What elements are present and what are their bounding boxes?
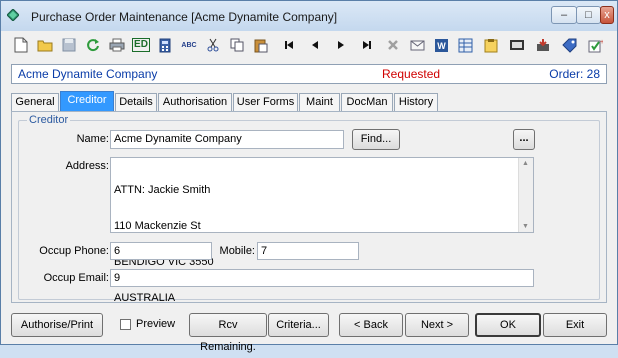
scroll-up-icon[interactable]: ▲ — [522, 160, 529, 167]
excel-icon[interactable] — [455, 35, 475, 55]
spellcheck-icon[interactable]: ABC — [179, 35, 199, 55]
open-folder-icon[interactable] — [35, 35, 55, 55]
tag-icon[interactable] — [559, 35, 579, 55]
preview-checkbox[interactable] — [120, 319, 131, 330]
purchase-order-window: Purchase Order Maintenance [Acme Dynamit… — [0, 0, 618, 353]
svg-text:W: W — [437, 41, 446, 51]
more-button[interactable]: ... — [513, 129, 535, 150]
exit-button[interactable]: Exit — [543, 313, 607, 337]
edi-text: ED — [132, 38, 150, 52]
tab-authorisation[interactable]: Authorisation — [158, 93, 232, 111]
email-icon[interactable] — [407, 35, 427, 55]
tab-docman[interactable]: DocMan — [341, 93, 393, 111]
authorise-print-button[interactable]: Authorise/Print — [11, 313, 103, 337]
address-field[interactable]: ATTN: Jackie Smith 110 Mackenzie St BEND… — [110, 157, 534, 304]
inbox-icon[interactable] — [533, 35, 553, 55]
print-icon[interactable] — [107, 35, 127, 55]
address-line: AUSTRALIA — [114, 292, 176, 304]
creditor-name-field[interactable]: Acme Dynamite Company — [110, 130, 344, 149]
info-status: Requested — [382, 67, 441, 81]
calculator-icon[interactable] — [155, 35, 175, 55]
rcv-remaining-button[interactable]: Rcv Remaining. — [189, 313, 267, 353]
back-button[interactable]: < Back — [339, 313, 403, 337]
creditor-panel: Creditor Name: Acme Dynamite Company Fin… — [11, 111, 607, 304]
paste-icon[interactable] — [251, 35, 271, 55]
mobile-label: Mobile: — [219, 245, 255, 257]
address-scrollbar[interactable]: ▲ ▼ — [518, 158, 533, 232]
tab-user-forms[interactable]: User Forms — [233, 93, 298, 111]
close-button[interactable]: x — [600, 6, 614, 24]
last-record-icon[interactable] — [357, 35, 377, 55]
refresh-icon[interactable] — [83, 35, 103, 55]
app-diamond-icon — [7, 9, 19, 21]
edi-icon[interactable]: ED — [131, 35, 151, 55]
tab-general[interactable]: General — [11, 93, 59, 111]
notes-icon[interactable] — [481, 35, 501, 55]
cut-icon[interactable] — [203, 35, 223, 55]
abc-text: ABC — [181, 41, 197, 49]
save-icon[interactable] — [59, 35, 79, 55]
svg-text:+: + — [600, 39, 603, 46]
minimize-button[interactable]: – — [551, 6, 577, 24]
info-order-number: Order: 28 — [549, 67, 600, 81]
first-record-icon[interactable] — [279, 35, 299, 55]
address-line: 110 Mackenzie St — [114, 220, 201, 232]
next-button[interactable]: Next > — [405, 313, 469, 337]
address-line: ATTN: Jackie Smith — [114, 184, 211, 196]
tab-details[interactable]: Details — [115, 93, 157, 111]
order-info-bar: Acme Dynamite Company Requested Order: 2… — [11, 64, 607, 84]
criteria-button[interactable]: Criteria... — [268, 313, 329, 337]
delete-icon[interactable] — [383, 35, 403, 55]
preview-label[interactable]: Preview — [136, 318, 175, 330]
occup-phone-label: Occup Phone: — [39, 245, 109, 257]
mobile-field[interactable]: 7 — [257, 242, 359, 260]
title-bar[interactable]: Purchase Order Maintenance [Acme Dynamit… — [1, 1, 617, 31]
info-company-name: Acme Dynamite Company — [18, 67, 158, 81]
word-icon[interactable]: W — [431, 35, 451, 55]
ok-button[interactable]: OK — [475, 313, 541, 337]
tab-maint[interactable]: Maint — [299, 93, 340, 111]
occup-email-field[interactable]: 9 — [110, 269, 534, 287]
window-title: Purchase Order Maintenance [Acme Dynamit… — [31, 10, 338, 24]
approve-icon[interactable]: + — [585, 35, 605, 55]
maximize-button[interactable]: □ — [576, 6, 601, 24]
address-label: Address: — [65, 160, 109, 172]
creditor-groupbox: Creditor Name: Acme Dynamite Company Fin… — [18, 114, 600, 304]
copy-icon[interactable] — [227, 35, 247, 55]
find-button[interactable]: Find... — [352, 129, 400, 150]
previous-record-icon[interactable] — [305, 35, 325, 55]
name-label: Name: — [76, 133, 109, 145]
occup-phone-field[interactable]: 6 — [110, 242, 212, 260]
scroll-down-icon[interactable]: ▼ — [522, 223, 529, 230]
film-icon[interactable] — [507, 35, 527, 55]
next-record-icon[interactable] — [331, 35, 351, 55]
occup-email-label: Occup Email: — [43, 272, 109, 284]
toolbar: ED ABC W + — [9, 33, 607, 57]
new-document-icon[interactable] — [11, 35, 31, 55]
bottom-button-bar: Authorise/Print Preview Rcv Remaining. C… — [1, 307, 618, 353]
tab-history[interactable]: History — [394, 93, 438, 111]
group-title: Creditor — [27, 114, 71, 126]
tab-creditor[interactable]: Creditor — [60, 91, 114, 111]
